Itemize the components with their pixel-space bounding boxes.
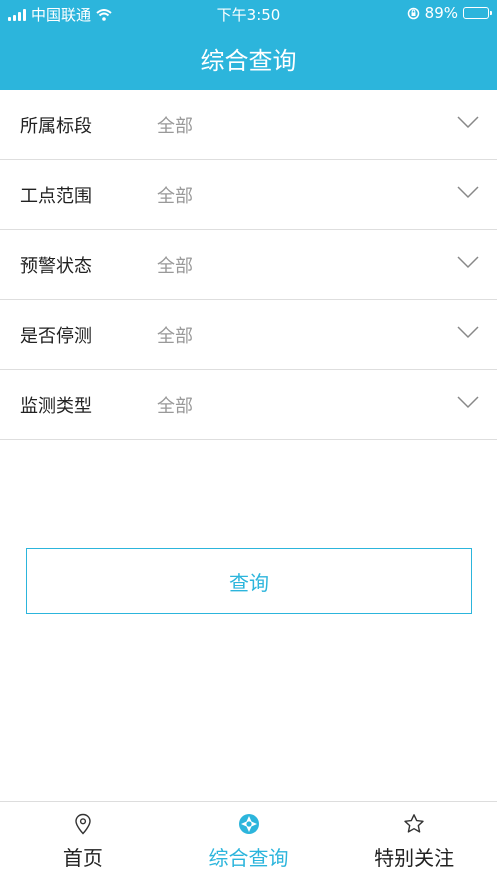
chevron-down-icon [457, 116, 479, 129]
compass-icon [238, 814, 259, 834]
filter-value: 全部 [157, 325, 193, 347]
filter-value: 全部 [157, 395, 193, 417]
tab-query[interactable]: 综合查询 [166, 802, 332, 883]
chevron-down-icon [457, 186, 479, 199]
tab-label: 首页 [62, 846, 103, 870]
battery-percent: 89% [424, 4, 458, 22]
status-bar: 中国联通 下午3:50 89% [0, 0, 497, 26]
orientation-lock-icon [407, 7, 419, 19]
page-title: 综合查询 [200, 46, 297, 75]
filter-row-stopped[interactable]: 是否停测 全部 [0, 300, 497, 370]
filter-label: 所属标段 [20, 115, 92, 137]
tab-bar: 首页 综合查询 特别关注 [0, 801, 497, 883]
filter-row-warning-status[interactable]: 预警状态 全部 [0, 230, 497, 300]
location-pin-icon [75, 813, 91, 835]
query-button-label: 查询 [229, 570, 269, 595]
filter-list: 所属标段 全部 工点范围 全部 预警状态 全部 是否停测 全部 监测类型 全部 [0, 90, 497, 440]
chevron-down-icon [457, 256, 479, 269]
filter-label: 预警状态 [20, 255, 92, 277]
status-right: 89% [407, 4, 492, 22]
tab-label: 综合查询 [208, 846, 289, 870]
chevron-down-icon [457, 396, 479, 409]
filter-value: 全部 [157, 255, 193, 277]
tab-favorites[interactable]: 特别关注 [331, 802, 497, 883]
filter-label: 工点范围 [20, 185, 92, 207]
nav-bar: 综合查询 [0, 26, 497, 90]
filter-value: 全部 [157, 185, 193, 207]
filter-row-section[interactable]: 所属标段 全部 [0, 90, 497, 160]
filter-label: 是否停测 [20, 325, 92, 347]
tab-label: 特别关注 [374, 846, 455, 870]
tab-home[interactable]: 首页 [0, 802, 166, 883]
filter-value: 全部 [157, 115, 193, 137]
chevron-down-icon [457, 326, 479, 339]
star-icon [404, 814, 424, 833]
filter-row-site-range[interactable]: 工点范围 全部 [0, 160, 497, 230]
query-button[interactable]: 查询 [26, 548, 472, 614]
filter-row-monitor-type[interactable]: 监测类型 全部 [0, 370, 497, 440]
battery-icon [463, 7, 492, 19]
filter-label: 监测类型 [20, 395, 92, 417]
